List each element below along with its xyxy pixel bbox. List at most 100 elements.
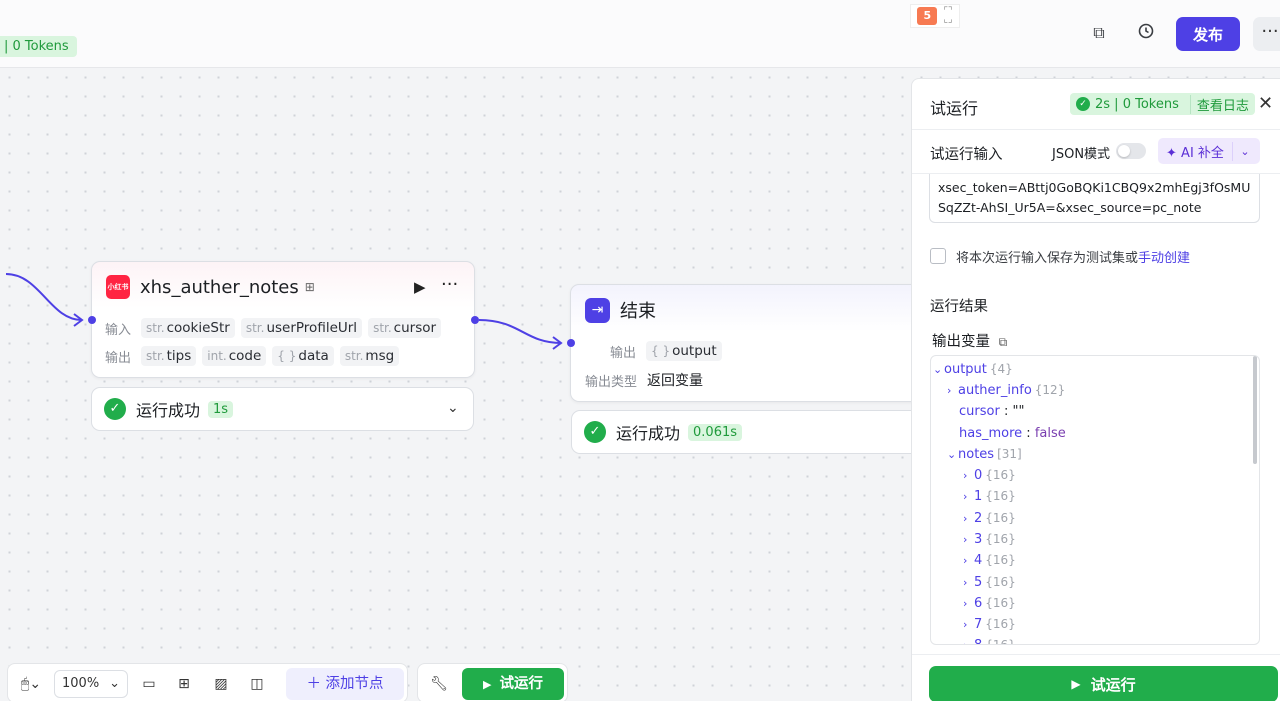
edge-start-to-xhs — [5, 273, 83, 321]
expand-icon: ⌜⌝ ⌞⌟ — [943, 6, 953, 25]
save-testset-checkbox[interactable] — [930, 248, 946, 264]
view-log-link[interactable]: 查看日志 — [1189, 94, 1249, 114]
copy-icon[interactable]: ⧉ — [1088, 22, 1110, 44]
more-menu-button[interactable]: ··· — [1253, 17, 1280, 51]
output-json-tree[interactable]: ⌄ output {4} › auther_info {12} cursor : "" … — [930, 355, 1260, 645]
output-label: 输出 — [610, 345, 637, 361]
output-param: { } output — [646, 341, 722, 361]
end-node-icon: ⇥ — [585, 297, 610, 323]
tree-note-item[interactable]: › 6 {16} — [963, 593, 1016, 614]
ai-fill-label: AI 补全 — [1181, 145, 1224, 161]
publish-button[interactable]: 发布 — [1176, 17, 1240, 51]
close-icon[interactable]: ✕ — [1258, 93, 1273, 114]
input-param: str. userProfileUrl — [240, 318, 363, 338]
output-label: 输出 — [105, 350, 132, 366]
output-param: int. code — [202, 346, 267, 366]
tree-note-item[interactable]: › 3 {16} — [963, 529, 1016, 550]
copy-icon[interactable]: ⧉ — [999, 335, 1008, 349]
comment-icon[interactable]: ▭ — [138, 672, 160, 696]
success-icon: ✓ — [104, 398, 126, 420]
tree-scrollbar[interactable] — [1253, 356, 1257, 464]
panel-run-button[interactable]: ▶ 试运行 — [929, 666, 1278, 701]
token-chip: | 0 Tokens — [0, 36, 77, 57]
tree-node-notes[interactable]: ⌄ notes [31] — [947, 444, 1022, 465]
chevron-down-icon[interactable]: ⌄ — [1233, 145, 1257, 158]
image-icon[interactable]: ▨ — [210, 672, 232, 696]
input-section-label: 试运行输入 — [930, 147, 1003, 163]
html5-badge[interactable]: 5 ⌜⌝ ⌞⌟ — [910, 4, 960, 28]
status-time: 1s — [208, 400, 234, 418]
tree-note-item[interactable]: › 2 {16} — [963, 508, 1016, 529]
node-title: 结束 — [620, 301, 656, 322]
result-section-label: 运行结果 — [930, 299, 988, 315]
wrench-icon[interactable]: 🔧︎ — [428, 672, 450, 696]
run-summary: 2s | 0 Tokens — [1095, 96, 1179, 112]
manual-create-link[interactable]: 手动创建 — [1138, 251, 1190, 266]
xhs-logo: 小红书 — [106, 275, 130, 299]
end-input-port[interactable] — [567, 339, 575, 347]
output-param: { } data — [272, 346, 334, 366]
xhs-input-port[interactable] — [88, 316, 96, 324]
play-icon: ▶ — [483, 678, 492, 691]
tree-note-item[interactable]: › 7 {16} — [963, 614, 1016, 635]
json-mode-label: JSON模式 — [1052, 147, 1111, 162]
xhs-status-card[interactable]: ✓ 运行成功 1s ⌄ — [91, 387, 474, 431]
test-run-panel: 试运行 ✓ 2s | 0 Tokens 查看日志 ✕ 试运行输入 JSON模式 … — [911, 78, 1280, 701]
xhs-output-port[interactable] — [471, 316, 479, 324]
ai-fill-button[interactable]: ✦ AI 补全 ⌄ — [1158, 138, 1260, 164]
tree-node-output[interactable]: ⌄ output {4} — [933, 359, 1013, 380]
input-param: str. cookieStr — [141, 318, 235, 338]
tree-note-item[interactable]: › 4 {16} — [963, 550, 1016, 571]
output-var-label: 输出变量 ⧉ — [932, 330, 1007, 351]
test-input-field[interactable]: xsec_token=ABttj0GoBQKi1CBQ9x2mhEgj3fOsM… — [929, 174, 1260, 223]
chevron-down-icon[interactable]: ⌄ — [447, 400, 459, 416]
chevron-down-icon: ⌄ — [109, 676, 120, 691]
output-param: str. tips — [141, 346, 197, 366]
run-node-icon[interactable]: ▶ — [414, 278, 426, 296]
layout-icon[interactable]: ⊞ — [173, 672, 195, 696]
zoom-value: 100% — [62, 676, 100, 691]
end-node[interactable]: ⇥ 结束 输出 { } output 输出类型 返回变量 — [570, 284, 920, 402]
play-icon: ▶ — [1071, 677, 1081, 691]
tree-note-item[interactable]: › 5 {16} — [963, 572, 1016, 593]
output-var-text: 输出变量 — [932, 334, 990, 350]
tree-note-item[interactable]: › 0 {16} — [963, 465, 1016, 486]
output-type-label: 输出类型 — [585, 374, 638, 390]
status-text: 运行成功 — [136, 401, 201, 420]
input-label: 输入 — [105, 322, 132, 338]
tree-node-auther-info[interactable]: › auther_info {12} — [947, 380, 1065, 401]
top-bar: | 0 Tokens 5 ⌜⌝ ⌞⌟ ⧉ 发布 ··· — [0, 0, 1280, 68]
toolbar-run-button[interactable]: ▶ 试运行 — [462, 668, 564, 700]
save-text-label: 将本次运行输入保存为测试集或 — [956, 251, 1139, 266]
save-testset-text: 将本次运行输入保存为测试集或手动创建 — [956, 247, 1190, 266]
success-icon: ✓ — [584, 421, 606, 443]
plugin-icon: ⊞ — [304, 280, 315, 294]
panel-run-label: 试运行 — [1090, 675, 1136, 694]
run-toolbar: 🔧︎ ▶ 试运行 — [417, 663, 568, 701]
node-more-icon[interactable]: ··· — [441, 274, 458, 295]
minimap-icon[interactable]: ◫ — [246, 672, 268, 696]
json-mode-toggle[interactable] — [1116, 143, 1146, 159]
success-icon: ✓ — [1076, 97, 1090, 111]
zoom-select[interactable]: 100% ⌄ — [54, 670, 128, 698]
html5-icon: 5 — [917, 7, 938, 25]
chevron-down-icon: ⌄ — [933, 363, 943, 376]
tree-note-item[interactable]: › 1 {16} — [963, 486, 1016, 507]
end-status-card[interactable]: ✓ 运行成功 0.061s — [571, 410, 921, 454]
panel-title: 试运行 — [930, 99, 979, 118]
history-icon[interactable] — [1135, 22, 1157, 44]
tree-node-cursor: cursor : "" — [959, 404, 1025, 419]
xhs-plugin-node[interactable]: 小红书 xhs_auther_notes ⊞ ▶ ··· 输入 str. cook… — [91, 261, 475, 378]
add-node-button[interactable]: ＋ 添加节点 — [286, 668, 404, 700]
input-param: str. cursor — [368, 318, 442, 338]
canvas-toolbar: 🖱︎⌄ 100% ⌄ ▭ ⊞ ▨ ◫ ＋ 添加节点 — [7, 663, 408, 701]
toolbar-run-label: 试运行 — [499, 676, 543, 692]
run-summary-chip: ✓ 2s | 0 Tokens 查看日志 — [1070, 93, 1255, 115]
edge-xhs-to-end — [478, 319, 562, 344]
tree-note-item[interactable]: ›8{16} — [963, 635, 1016, 644]
add-node-label: 添加节点 — [325, 676, 384, 692]
output-param: str. msg — [339, 346, 400, 366]
sparkle-icon: ✦ — [1166, 145, 1177, 161]
status-text: 运行成功 — [616, 424, 681, 443]
mouse-mode-icon[interactable]: 🖱︎⌄ — [16, 672, 46, 696]
